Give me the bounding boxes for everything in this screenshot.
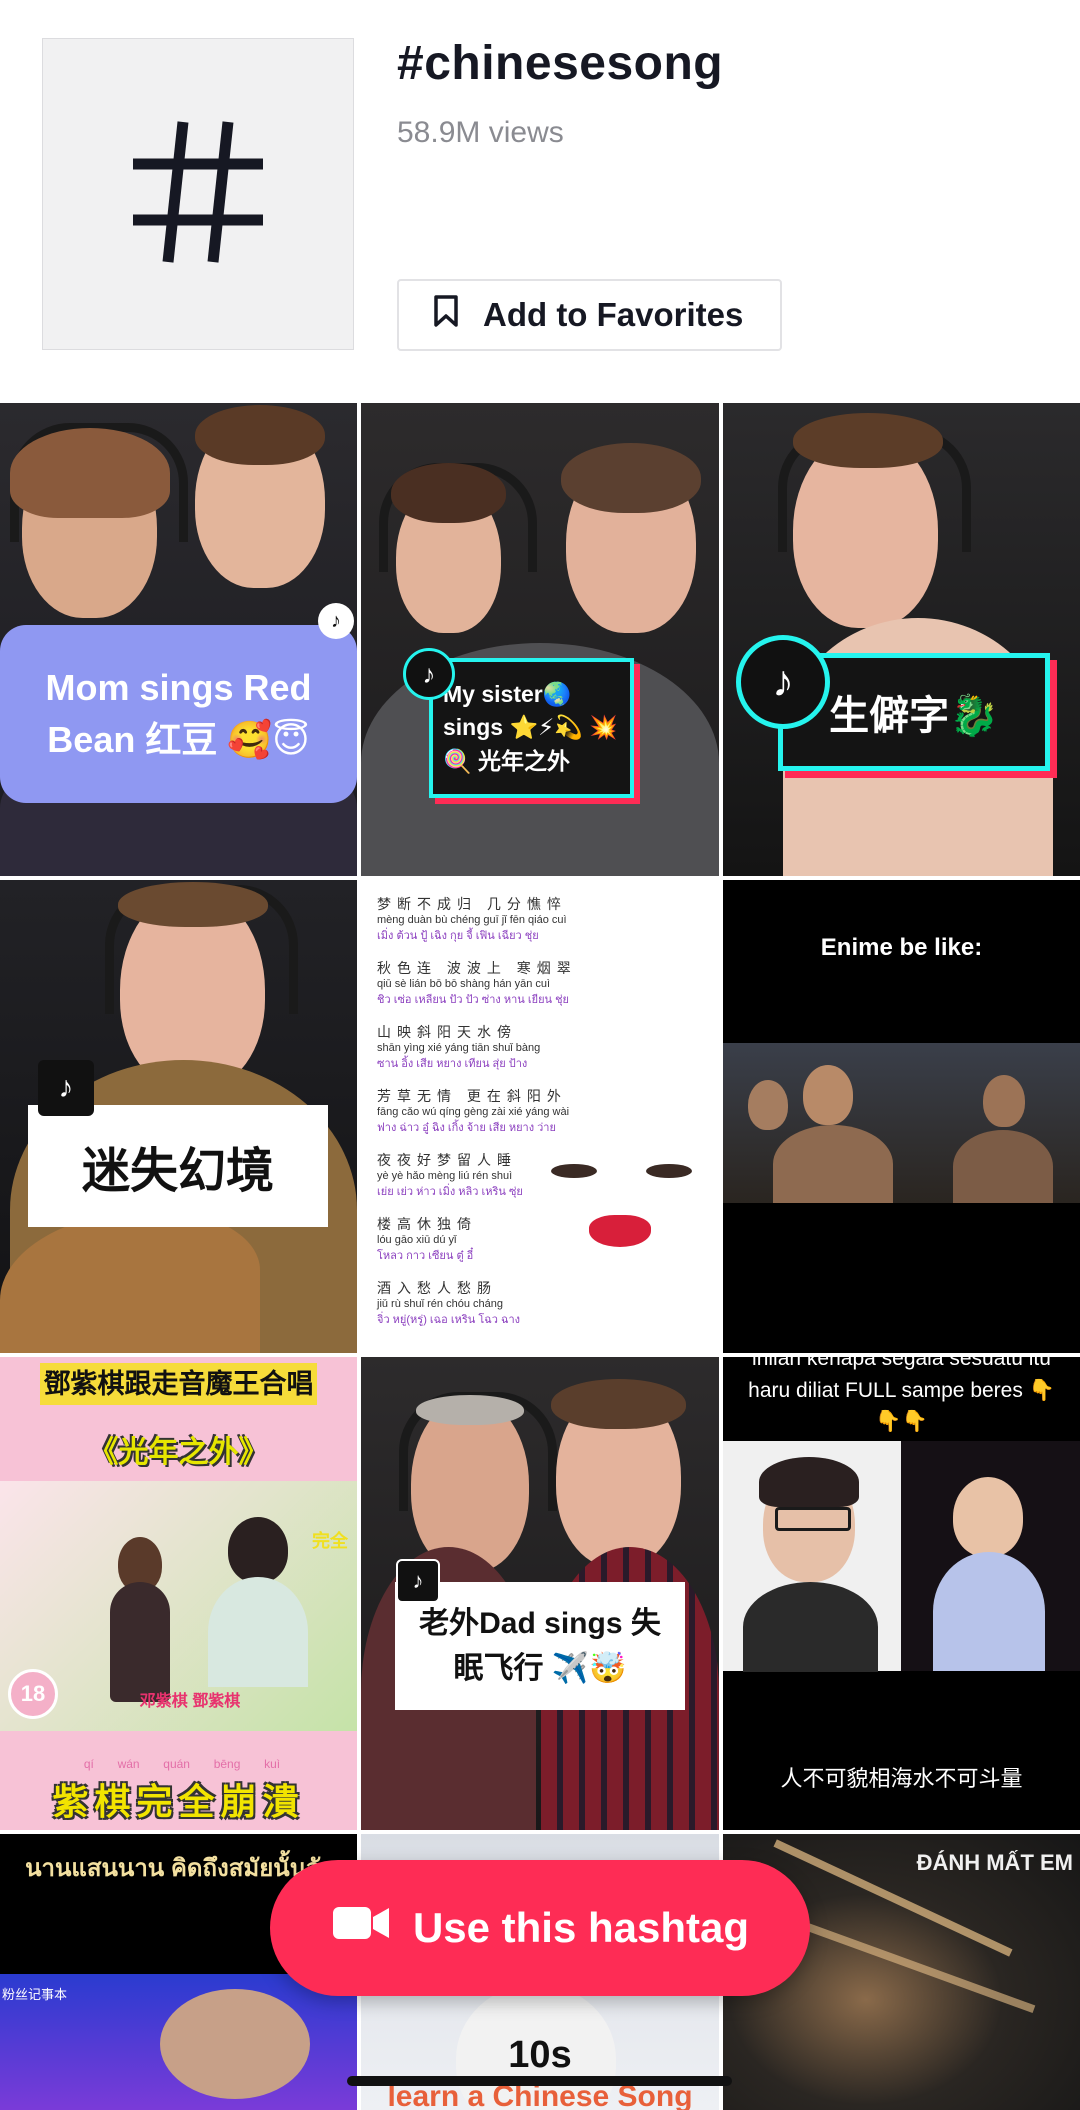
side-label: 完全 [312,1531,348,1551]
video-caption: Mom sings Red Bean 红豆 🥰😇 [45,666,312,760]
lyric-line: 梦断不成归 几分憔悴 mèng duàn bù chéng guī jǐ fēn… [377,896,567,942]
video-caption-card: Mom sings Red Bean 红豆 🥰😇 [0,625,357,803]
video-caption-bottom: 人不可貌相海水不可斗量 [780,1766,1023,1791]
lyric-line: 酒入愁人愁肠 jiǔ rù shuǐ rén chóu cháng จิ่ว ห… [377,1280,520,1326]
video-thumbnail[interactable]: Enime be like: [723,880,1080,1353]
lyric-line: 芳草无情 更在斜阳外 fāng cǎo wú qíng gèng zài xié… [377,1088,570,1134]
small-caption: 粉丝记事本 [2,1987,68,2002]
video-thumbnail[interactable]: 生僻字🐉 ♪ [723,403,1080,876]
hashtag-title: #chinesesong [397,37,724,90]
use-this-hashtag-button[interactable]: Use this hashtag [270,1860,810,1996]
video-caption-bottom: 紫棋完全崩潰 [52,1781,305,1822]
video-thumbnail[interactable]: 梦断不成归 几分憔悴 mèng duàn bù chéng guī jǐ fēn… [361,880,719,1353]
hashtag-cover [42,38,354,350]
pink-label: 邓紫棋 鄧紫棋 [139,1693,241,1710]
video-caption-card: 老外Dad sings 失眠飞行 ✈️🤯 [395,1582,685,1710]
video-caption-card: My sister🌏 sings ⭐⚡💫 💥🍭 光年之外 [429,658,634,798]
video-caption-card: 迷失幻境 [28,1105,328,1227]
use-this-hashtag-label: Use this hashtag [412,1904,750,1951]
video-caption-mid: 《光年之外》 [88,1436,269,1469]
video-caption: Enime be like: [820,934,983,961]
add-to-favorites-label: Add to Favorites [483,296,744,333]
hashtag-icon [128,112,268,277]
hashtag-header: #chinesesong 58.9M views Add to Favorite… [0,0,1080,403]
lips-illustration [589,1215,651,1247]
video-thumbnail[interactable]: inilah kenapa segala sesuatu itu haru di… [723,1357,1080,1830]
video-camera-icon [331,1903,391,1953]
lyrics-sheet: 梦断不成归 几分憔悴 mèng duàn bù chéng guī jǐ fēn… [361,880,719,1353]
bookmark-icon [433,294,459,336]
video-caption: My sister🌏 sings ⭐⚡💫 💥🍭 光年之外 [443,680,618,774]
video-caption: 10s [508,2034,572,2076]
view-count: 58.9M views [397,116,564,149]
home-indicator [347,2076,732,2086]
video-caption-top: 鄧紫棋跟走音魔王合唱 [40,1363,317,1405]
lyric-line: 秋色连 波波上 寒烟翠 qiū sè lián bō bō shàng hán … [377,960,577,1006]
tiktok-logo-icon: ♪ [736,635,830,729]
tiktok-logo-icon: ♪ [396,1559,440,1603]
video-thumbnail[interactable]: 鄧紫棋跟走音魔王合唱 《光年之外》 完全 邓紫棋 鄧紫棋 18 qí wán quá… [0,1357,357,1830]
add-to-favorites-button[interactable]: Add to Favorites [397,279,782,351]
video-caption: 迷失幻境 [81,1145,274,1198]
eyes-illustration [551,1164,701,1184]
video-caption: 生僻字🐉 [829,694,999,738]
video-grid: Mom sings Red Bean 红豆 🥰😇 ♪ My sister🌏 si… [0,403,1080,2110]
video-caption: 老外Dad sings 失眠飞行 ✈️🤯 [419,1607,661,1685]
tiktok-logo-icon: ♪ [318,603,354,639]
lyric-line: 山映斜阳天水傍 shān yìng xié yáng tiān shuǐ bàn… [377,1024,541,1070]
video-thumbnail[interactable]: Mom sings Red Bean 红豆 🥰😇 ♪ [0,403,357,876]
lyric-line: 楼高休独倚 lóu gāo xiū dú yǐ โหลว กาว เซียน ต… [377,1216,477,1262]
tiktok-logo-icon: ♪ [403,648,455,700]
video-thumbnail[interactable]: My sister🌏 sings ⭐⚡💫 💥🍭 光年之外 ♪ [361,403,719,876]
age-badge: 18 [8,1669,58,1719]
ruby-text: qí wán quán bēng kuì [83,1757,281,1771]
tiktok-logo-icon: ♪ [38,1060,94,1116]
video-thumbnail[interactable]: 迷失幻境 ♪ [0,880,357,1353]
video-caption-top: inilah kenapa segala sesuatu itu haru di… [748,1357,1055,1433]
video-thumbnail[interactable]: 老外Dad sings 失眠飞行 ✈️🤯 ♪ [361,1357,719,1830]
